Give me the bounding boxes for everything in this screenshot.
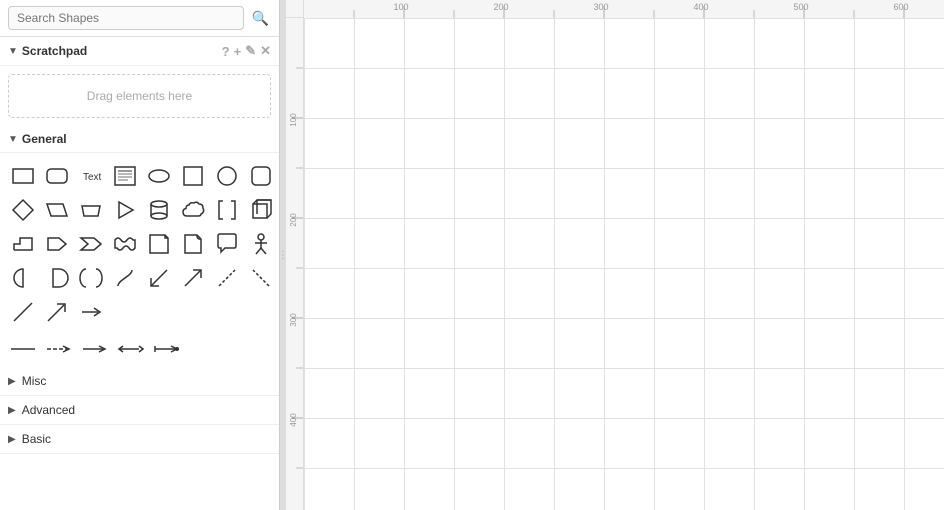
scratchpad-label: Scratchpad	[22, 44, 87, 58]
arrow-double[interactable]	[116, 339, 146, 359]
ruler-h-area: 100 200 300 400 500	[304, 0, 944, 18]
drawing-canvas[interactable]	[304, 18, 944, 510]
shape-dashed-diagonal-2[interactable]	[246, 263, 276, 293]
scratchpad-add-icon[interactable]: +	[234, 44, 242, 59]
shape-pentagon-arrow[interactable]	[42, 229, 72, 259]
svg-text:Text: Text	[83, 172, 102, 183]
basic-chevron: ▶	[8, 434, 16, 445]
general-header[interactable]: ▼ General	[0, 126, 279, 153]
shape-text[interactable]: Text	[76, 161, 106, 191]
ruler-corner	[286, 0, 304, 17]
shape-cylinder[interactable]	[144, 195, 174, 225]
advanced-chevron: ▶	[8, 405, 16, 416]
basic-header[interactable]: ▶ Basic	[0, 425, 279, 454]
svg-text:300: 300	[593, 2, 608, 12]
svg-text:100: 100	[393, 2, 408, 12]
canvas-body[interactable]: 100 200 300 400 500	[286, 18, 944, 510]
svg-text:600: 600	[893, 2, 908, 12]
scratchpad-hint: Drag elements here	[87, 89, 192, 103]
arrow-with-head[interactable]	[80, 339, 110, 359]
shape-d-shape[interactable]	[42, 263, 72, 293]
arrow-solid-line[interactable]	[8, 339, 38, 359]
shape-chevron-arrow[interactable]	[76, 229, 106, 259]
shape-bracket-double[interactable]	[76, 263, 106, 293]
svg-text:300: 300	[289, 313, 298, 327]
shapes-panel: 🔍 ▼ Scratchpad ? + ✎ ✕ Drag elements her…	[0, 0, 280, 510]
advanced-label: Advanced	[22, 403, 75, 417]
advanced-header[interactable]: ▶ Advanced	[0, 396, 279, 425]
scratchpad-actions: ? + ✎ ✕	[222, 43, 271, 59]
shape-cube[interactable]	[246, 195, 276, 225]
ruler-vertical: 100 200 300 400 500	[286, 18, 304, 510]
shape-arrow-bl[interactable]	[144, 263, 174, 293]
shape-parallelogram[interactable]	[42, 195, 72, 225]
shape-s-curve[interactable]	[110, 263, 140, 293]
shape-trapezoid[interactable]	[76, 195, 106, 225]
shape-speech-bubble[interactable]	[212, 229, 242, 259]
shape-step[interactable]	[8, 229, 38, 259]
misc-header[interactable]: ▶ Misc	[0, 367, 279, 396]
shape-page-curl[interactable]	[178, 229, 208, 259]
general-chevron: ▼	[8, 134, 18, 145]
shape-diamond[interactable]	[8, 195, 38, 225]
svg-text:400: 400	[693, 2, 708, 12]
canvas-with-rulers: 100 200 300 400 500	[286, 0, 944, 510]
shape-bracket-left[interactable]	[212, 195, 242, 225]
ruler-horizontal: 100 200 300 400 500	[286, 0, 944, 18]
shape-note[interactable]	[110, 161, 140, 191]
shape-cloud[interactable]	[178, 195, 208, 225]
shape-rounded-square[interactable]	[246, 161, 276, 191]
shape-triangle-right[interactable]	[110, 195, 140, 225]
shapes-grid: Text	[0, 153, 279, 335]
shape-rounded-rect[interactable]	[42, 161, 72, 191]
misc-chevron: ▶	[8, 376, 16, 387]
scratchpad-header[interactable]: ▼ Scratchpad ? + ✎ ✕	[0, 37, 279, 66]
search-input[interactable]	[8, 6, 244, 30]
svg-text:100: 100	[289, 113, 298, 127]
scratchpad-help-icon[interactable]: ?	[222, 44, 230, 59]
shape-ellipse-h[interactable]	[144, 161, 174, 191]
arrow-terminal[interactable]	[152, 339, 182, 359]
general-label: General	[22, 132, 67, 146]
shape-circle[interactable]	[212, 161, 242, 191]
basic-label: Basic	[22, 432, 51, 446]
scratchpad-chevron: ▼	[8, 46, 18, 57]
shape-rectangle[interactable]	[8, 161, 38, 191]
scratchpad-close-icon[interactable]: ✕	[260, 43, 271, 59]
svg-text:500: 500	[793, 2, 808, 12]
arrow-dashed[interactable]	[44, 339, 74, 359]
ruler-h-inner: 100 200 300 400 500	[304, 0, 944, 18]
canvas-area[interactable]: 100 200 300 400 500	[286, 0, 944, 510]
search-bar: 🔍	[0, 0, 279, 37]
search-button[interactable]: 🔍	[250, 8, 271, 29]
ruler-v-inner: 100 200 300 400 500	[286, 18, 304, 510]
svg-text:200: 200	[289, 213, 298, 227]
scratchpad-drop-area[interactable]: Drag elements here	[8, 74, 271, 118]
shape-half-circle-left[interactable]	[8, 263, 38, 293]
shape-dashed-diagonal[interactable]	[212, 263, 242, 293]
shape-actor[interactable]	[246, 229, 276, 259]
shape-line[interactable]	[8, 297, 38, 327]
scratchpad-edit-icon[interactable]: ✎	[245, 43, 256, 59]
misc-label: Misc	[22, 374, 47, 388]
shape-wave[interactable]	[110, 229, 140, 259]
arrows-grid	[0, 335, 279, 367]
shape-arrow-line-2[interactable]	[76, 297, 106, 327]
shape-arrow-tr[interactable]	[178, 263, 208, 293]
shape-folded-corner[interactable]	[144, 229, 174, 259]
svg-text:200: 200	[493, 2, 508, 12]
shape-arrow-line[interactable]	[42, 297, 72, 327]
shape-square[interactable]	[178, 161, 208, 191]
svg-text:400: 400	[289, 413, 298, 427]
